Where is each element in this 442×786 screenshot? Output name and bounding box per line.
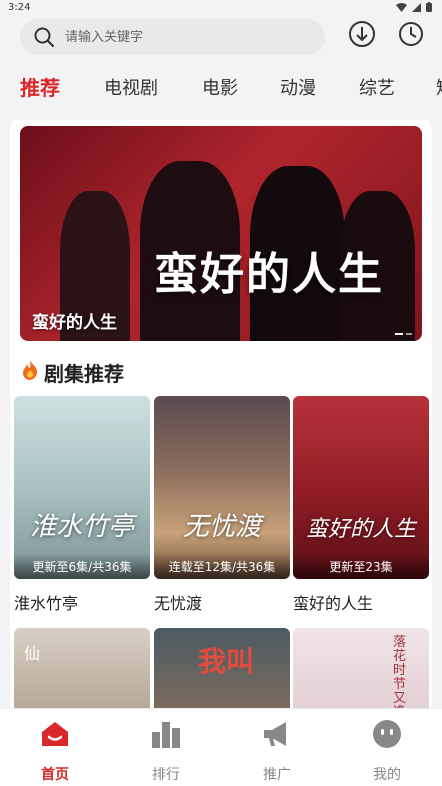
drama-title: 无忧渡: [154, 594, 203, 613]
banner-carousel[interactable]: 蛮好的人生 蛮好的人生: [20, 126, 422, 341]
drama-card[interactable]: 无忧渡 连载至12集/共36集 无忧渡: [154, 396, 290, 614]
nav-mine-label: 我的: [373, 767, 401, 783]
nav-home[interactable]: 首页: [15, 717, 95, 784]
download-icon: [348, 20, 376, 52]
section-title-text: 剧集推荐: [44, 362, 124, 386]
download-button[interactable]: [347, 21, 377, 51]
signal-icon: [412, 2, 421, 12]
clock-icon: [398, 21, 424, 51]
home-icon: [15, 717, 95, 751]
nav-ranking[interactable]: 排行: [126, 717, 206, 784]
poster-art-title: 无忧渡: [182, 512, 261, 542]
poster-art-title: 我叫: [198, 645, 255, 678]
poster-art-title: 淮水竹亭: [29, 512, 134, 542]
battery-icon: [426, 2, 432, 12]
drama-poster-partial[interactable]: 我叫: [154, 628, 290, 708]
tab-tv-series[interactable]: 电视剧: [104, 74, 158, 100]
search-input[interactable]: [65, 29, 295, 45]
banner-art-title: 蛮好的人生: [154, 249, 384, 300]
category-tabs: 推荐 电视剧 电影 动漫 综艺 短: [0, 70, 442, 108]
drama-title: 淮水竹亭: [14, 594, 79, 613]
banner-page-indicator: [395, 333, 412, 335]
megaphone-icon: [237, 717, 317, 751]
tab-recommend[interactable]: 推荐: [20, 72, 60, 101]
search-icon: [33, 26, 55, 48]
nav-home-label: 首页: [41, 767, 69, 783]
search-row: [0, 17, 442, 57]
search-bar[interactable]: [20, 19, 325, 55]
profile-face-icon: [347, 717, 427, 751]
tab-anime[interactable]: 动漫: [280, 74, 316, 100]
drama-card[interactable]: 淮水竹亭 更新至6集/共36集 淮水竹亭: [14, 396, 150, 614]
drama-title: 蛮好的人生: [293, 594, 374, 613]
drama-list-row2: 仙 我叫 落花时节又逢君: [14, 628, 432, 708]
fire-icon: [20, 359, 40, 386]
drama-poster-partial[interactable]: 落花时节又逢君: [293, 628, 429, 708]
banner-caption: 蛮好的人生: [32, 313, 117, 333]
tab-short[interactable]: 短: [436, 74, 442, 100]
history-button[interactable]: [396, 21, 426, 51]
drama-poster: 无忧渡 连载至12集/共36集: [154, 396, 290, 579]
poster-art-title: 仙: [24, 644, 41, 663]
tab-movies[interactable]: 电影: [202, 74, 238, 100]
nav-ranking-label: 排行: [152, 767, 180, 783]
poster-art-title: 落花时节又逢君: [393, 635, 407, 709]
bottom-nav: 首页 排行 推广 我的: [0, 708, 442, 786]
episode-badge: 更新至23集: [293, 553, 429, 579]
ranking-bars-icon: [126, 717, 206, 751]
episode-badge: 连载至12集/共36集: [154, 553, 290, 579]
nav-mine[interactable]: 我的: [347, 717, 427, 784]
nav-promote[interactable]: 推广: [237, 717, 317, 784]
status-bar: 3:24: [0, 0, 442, 16]
drama-poster: 淮水竹亭 更新至6集/共36集: [14, 396, 150, 579]
episode-badge: 更新至6集/共36集: [14, 553, 150, 579]
poster-art-title: 蛮好的人生: [305, 517, 416, 542]
status-time: 3:24: [8, 2, 31, 13]
nav-promote-label: 推广: [263, 767, 291, 783]
drama-card[interactable]: 蛮好的人生 更新至23集 蛮好的人生: [293, 396, 429, 614]
drama-poster-partial[interactable]: 仙: [14, 628, 150, 708]
wifi-icon: [396, 2, 407, 12]
drama-poster: 蛮好的人生 更新至23集: [293, 396, 429, 579]
section-title: 剧集推荐: [20, 358, 124, 387]
tab-variety[interactable]: 综艺: [359, 74, 395, 100]
